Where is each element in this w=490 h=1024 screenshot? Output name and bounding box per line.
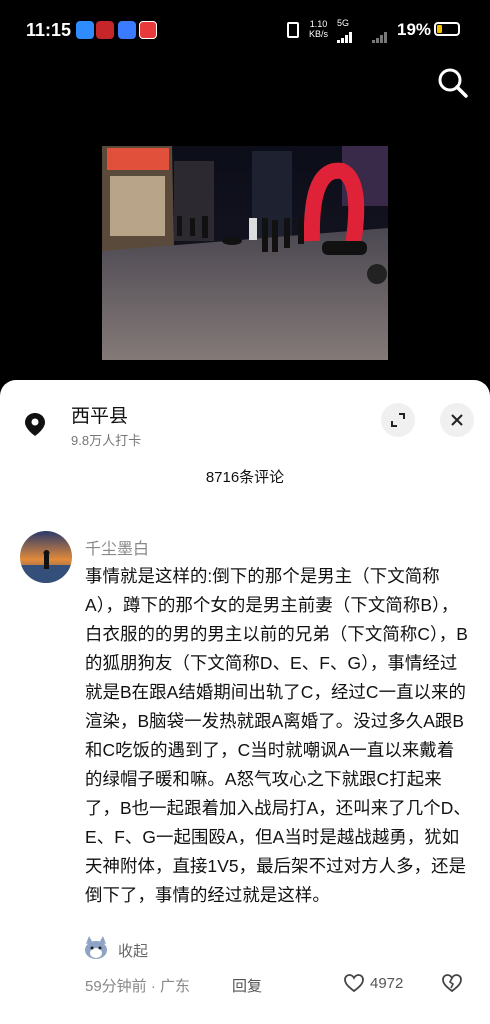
like-count: 4972 (370, 975, 404, 992)
collapse-button[interactable]: 收起 (118, 940, 148, 961)
location-checkins: 9.8万人打卡 (71, 433, 142, 448)
app-notification-icon (96, 21, 114, 39)
close-button[interactable] (440, 403, 474, 437)
battery-icon (434, 22, 460, 36)
vibrate-icon (287, 22, 299, 38)
heart-icon[interactable] (343, 973, 365, 993)
signal-icon (372, 25, 388, 43)
app-notification-icon (76, 21, 94, 39)
comments-count: 8716条评论 (205, 469, 285, 486)
post-photo[interactable] (102, 146, 388, 360)
location-name[interactable]: 西平县 (71, 401, 128, 428)
broken-heart-icon[interactable] (441, 973, 463, 993)
status-bar: 11:15 1.10 KB/s 5G 19% (0, 0, 490, 60)
search-icon[interactable] (436, 66, 470, 100)
comment-meta: 59分钟前 · 广东 (85, 978, 191, 995)
comment-text: 事情就是这样的:倒下的那个是男主（下文简称A），蹲下的那个女的是男主前妻（下文简… (85, 566, 471, 905)
comments-sheet: 西平县 9.8万人打卡 8716条评论 千尘墨白 事情就是这样的:倒下的那个是男… (0, 380, 490, 1024)
avatar[interactable] (20, 531, 72, 583)
battery-percent: 19% (397, 20, 432, 39)
location-pin-icon (22, 411, 48, 437)
comment-author[interactable]: 千尘墨白 (85, 535, 149, 559)
reply-button[interactable]: 回复 (232, 975, 262, 996)
status-time: 11:15 (26, 20, 72, 40)
expand-icon (391, 413, 405, 427)
signal-icon (337, 25, 353, 43)
app-notification-icon (118, 21, 136, 39)
net-speed: 1.10 KB/s (309, 19, 329, 39)
close-icon (451, 414, 463, 426)
app-notification-icon (139, 21, 157, 39)
expand-button[interactable] (381, 403, 415, 437)
emoji-icon (83, 936, 109, 960)
